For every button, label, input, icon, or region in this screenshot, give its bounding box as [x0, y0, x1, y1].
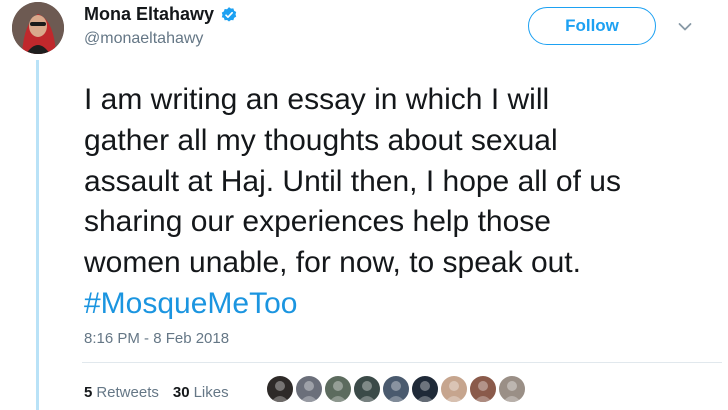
liker-avatar[interactable] — [468, 374, 498, 404]
tweet-line: women unable, for now, to speak out. — [84, 246, 581, 280]
handle[interactable]: @monaeltahawy — [84, 30, 238, 48]
liker-avatar[interactable] — [323, 374, 353, 404]
name-row: Mona Eltahawy — [84, 4, 238, 25]
liker-avatar[interactable] — [265, 374, 295, 404]
engagement-stats: 5 Retweets 30 Likes — [84, 384, 229, 401]
tweet-line: assault at Haj. Until then, I hope all o… — [84, 164, 621, 198]
liker-avatar[interactable] — [294, 374, 324, 404]
liker-avatar[interactable] — [497, 374, 527, 404]
timestamp[interactable]: 8:16 PM - 8 Feb 2018 — [84, 330, 229, 347]
avatar-photo — [12, 2, 64, 54]
likes-count: 30 — [172, 384, 190, 401]
retweets-count: 5 — [84, 384, 93, 401]
tweet-text: I am writing an essay in which I will ga… — [84, 80, 716, 325]
liker-avatar[interactable] — [352, 374, 382, 404]
chevron-down-icon[interactable] — [678, 22, 692, 32]
display-name[interactable]: Mona Eltahawy — [84, 4, 214, 25]
retweets-label: Retweets — [96, 384, 159, 401]
avatar[interactable] — [12, 2, 64, 54]
liker-avatar[interactable] — [381, 374, 411, 404]
divider — [82, 362, 722, 363]
verified-badge-icon — [221, 6, 237, 22]
liker-avatars — [265, 374, 527, 404]
likes-stat[interactable]: 30 Likes — [173, 384, 229, 401]
tweet-line: sharing our experiences help those — [84, 205, 551, 239]
likes-label: Likes — [193, 384, 229, 401]
liker-avatar[interactable] — [410, 374, 440, 404]
thread-line — [36, 60, 39, 410]
retweets-stat[interactable]: 5 Retweets — [84, 384, 159, 401]
tweet-line: gather all my thoughts about sexual — [84, 123, 558, 157]
tweet-line: I am writing an essay in which I will — [84, 83, 550, 116]
follow-button[interactable]: Follow — [528, 7, 656, 45]
liker-avatar[interactable] — [439, 374, 469, 404]
hashtag-link[interactable]: #MosqueMeToo — [84, 287, 297, 320]
author-block: Mona Eltahawy @monaeltahawy — [84, 4, 238, 48]
